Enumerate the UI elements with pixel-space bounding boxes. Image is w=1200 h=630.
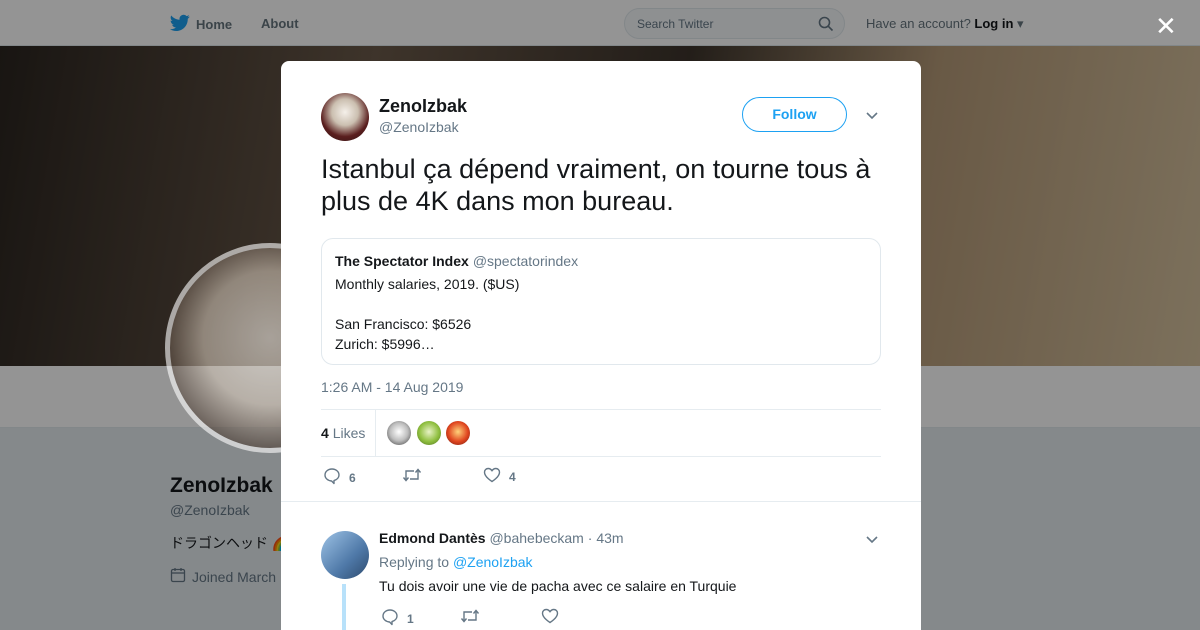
likes-number: 4	[321, 425, 329, 441]
quoted-text-line: Monthly salaries, 2019. ($US)	[335, 276, 520, 292]
heart-icon	[483, 467, 501, 486]
tweet-stats: 4 Likes	[321, 409, 881, 457]
close-icon[interactable]: ✕	[1155, 13, 1177, 39]
chevron-down-icon[interactable]	[865, 532, 879, 550]
tweet-text: Istanbul ça dépend vraiment, on tourne t…	[321, 154, 871, 216]
replying-to: Replying to @ZenoIzbak	[379, 554, 533, 570]
reply-button[interactable]: 1	[381, 608, 414, 629]
liker-avatar[interactable]	[446, 421, 470, 445]
replying-prefix: Replying to	[379, 554, 450, 570]
tweet-timestamp[interactable]: 1:26 AM - 14 Aug 2019	[321, 379, 463, 395]
tweet-modal: ZenoIzbak @ZenoIzbak Follow Istanbul ça …	[281, 61, 921, 630]
retweet-icon	[402, 467, 422, 486]
chevron-down-icon[interactable]	[865, 108, 879, 126]
quoted-author-handle: @spectatorindex	[472, 253, 579, 269]
reply-header: Edmond Dantès @bahebeckam · 43m	[379, 530, 624, 546]
reply-button[interactable]: 6	[323, 467, 356, 488]
quoted-text-line: Zurich: $5996…	[335, 336, 435, 352]
quoted-tweet-header: The Spectator Index @spectatorindex	[335, 253, 867, 269]
likes-stat[interactable]: 4 Likes	[321, 425, 365, 441]
quoted-tweet[interactable]: The Spectator Index @spectatorindex Month…	[321, 238, 881, 365]
heart-icon	[541, 608, 559, 627]
author-name[interactable]: ZenoIzbak	[379, 96, 467, 117]
reply-author-handle[interactable]: @bahebeckam	[489, 530, 583, 546]
author-handle[interactable]: @ZenoIzbak	[379, 119, 459, 135]
reply-icon	[323, 467, 341, 488]
reply-count: 1	[407, 611, 414, 626]
liker-avatar[interactable]	[417, 421, 441, 445]
quoted-text-line: San Francisco: $6526	[335, 316, 472, 332]
reply-icon	[381, 608, 399, 629]
quoted-author-name: The Spectator Index	[335, 253, 469, 269]
retweet-button[interactable]	[460, 608, 480, 627]
quoted-text-line	[335, 294, 867, 314]
reply-separator: ·	[587, 530, 593, 546]
like-button[interactable]	[541, 608, 559, 627]
retweet-button[interactable]	[402, 467, 422, 486]
like-button[interactable]: 4	[483, 467, 516, 486]
like-count: 4	[509, 469, 516, 484]
thread-line	[342, 584, 346, 630]
reply-time[interactable]: 43m	[596, 530, 623, 546]
liker-avatar[interactable]	[387, 421, 411, 445]
reply-text: Tu dois avoir une vie de pacha avec ce s…	[379, 578, 737, 594]
reply-author-name[interactable]: Edmond Dantès	[379, 530, 486, 546]
retweet-icon	[460, 608, 480, 627]
tweet-actions: 6 4	[321, 467, 881, 489]
replying-to-handle[interactable]: @ZenoIzbak	[453, 554, 533, 570]
author-avatar[interactable]	[321, 93, 369, 141]
likes-label: Likes	[332, 425, 366, 441]
reply-author-avatar[interactable]	[321, 531, 369, 579]
follow-button[interactable]: Follow	[742, 97, 847, 132]
stats-divider	[375, 410, 376, 456]
reply-actions: 1	[379, 608, 779, 630]
reply-tweet[interactable]: Edmond Dantès @bahebeckam · 43m Replying…	[281, 501, 921, 630]
reply-count: 6	[349, 470, 356, 485]
